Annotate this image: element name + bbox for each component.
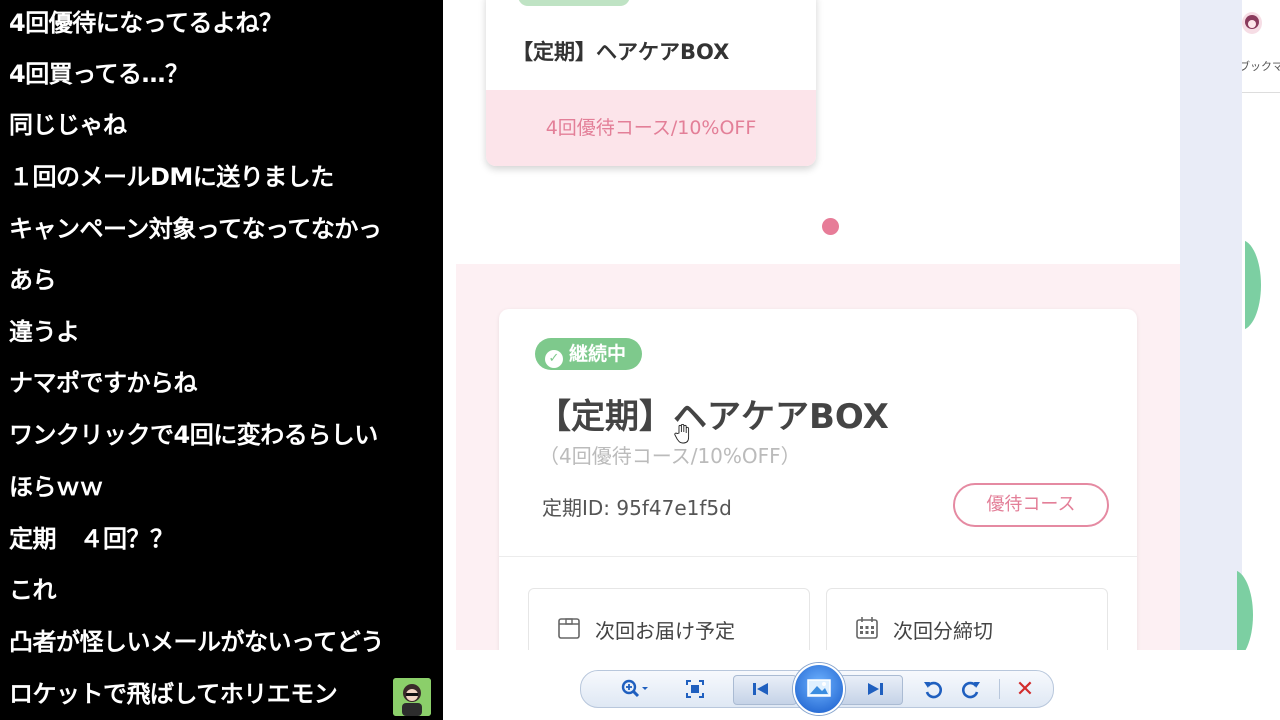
viewer-toolbar: ✕	[580, 663, 1054, 715]
comment: 同じじゃね	[9, 111, 127, 139]
comment: これ	[9, 576, 57, 604]
comment: １回のメールDMに送りました	[9, 163, 334, 191]
carousel-dot-active[interactable]	[822, 218, 839, 235]
comment: ナマポですからね	[9, 369, 198, 397]
subscription-section: ✓ 継続中 【定期】ヘアケアBOX （4回優待コース/10%OFF） 定期ID: …	[456, 264, 1180, 650]
comment: 4回買ってる…？	[9, 60, 189, 88]
comment: 4回優待になってるよね？	[9, 9, 283, 37]
delete-icon[interactable]: ✕	[1011, 675, 1039, 703]
course-card-title: 【定期】ヘアケアBOX	[512, 40, 730, 64]
actual-size-icon[interactable]	[681, 675, 709, 703]
profile-avatar[interactable]	[1242, 12, 1262, 34]
comment: あら	[9, 266, 57, 294]
check-icon: ✓	[545, 350, 563, 368]
image-viewer: 【定期】ヘアケアBOX 4回優待コース/10%OFF ✓ 継続中 【定期】ヘアケア…	[443, 0, 1280, 720]
viewer-toolbar-area: ✕	[443, 650, 1280, 720]
divider	[1242, 92, 1280, 93]
rotate-right-icon[interactable]	[957, 675, 985, 703]
next-delivery-label: 次回お届け予定	[595, 619, 735, 643]
previous-icon[interactable]	[747, 675, 775, 703]
bookmark-label[interactable]: ブックマ	[1242, 58, 1280, 74]
subscription-id: 定期ID: 95f47e1f5d	[542, 496, 732, 520]
box-icon	[558, 618, 580, 639]
calendar-icon	[856, 617, 878, 639]
subscription-course: （4回優待コース/10%OFF）	[539, 444, 801, 468]
course-card-offer: 4回優待コース/10%OFF	[486, 90, 816, 166]
status-badge: ✓ 継続中	[535, 338, 643, 370]
next-deadline-label: 次回分締切	[893, 619, 993, 643]
rotate-left-icon[interactable]	[919, 675, 947, 703]
next-deadline-box[interactable]: 次回分締切	[826, 588, 1108, 650]
next-icon[interactable]	[861, 675, 889, 703]
comment: 定期 ４回？？	[9, 525, 174, 553]
subscription-card: ✓ 継続中 【定期】ヘアケアBOX （4回優待コース/10%OFF） 定期ID: …	[499, 309, 1137, 650]
hand-cursor-icon	[674, 424, 690, 444]
page-margin	[1180, 0, 1242, 650]
divider	[499, 556, 1137, 557]
course-card-top[interactable]: 【定期】ヘアケアBOX 4回優待コース/10%OFF	[486, 0, 816, 166]
comment: ロケットで飛ばしてホリエモン	[9, 680, 338, 708]
status-label: 継続中	[569, 343, 627, 365]
subscription-title: 【定期】ヘアケアBOX	[537, 397, 889, 437]
perk-course-button[interactable]: 優待コース	[953, 483, 1109, 527]
comment: 凸者が怪しいメールがないってどう	[9, 628, 384, 656]
comment: 違うよ	[9, 318, 80, 346]
next-delivery-box[interactable]: 次回お届け予定	[528, 588, 810, 650]
comment: ワンクリックで4回に変わるらしい	[9, 421, 378, 449]
status-tag-stub	[518, 0, 630, 6]
web-page: 【定期】ヘアケアBOX 4回優待コース/10%OFF ✓ 継続中 【定期】ヘアケア…	[456, 0, 1180, 650]
divider	[999, 679, 1000, 699]
comment-stream: 4回優待になってるよね？ 4回買ってる…？ 同じじゃね １回のメールDMに送りま…	[0, 0, 443, 720]
zoom-icon[interactable]	[615, 675, 655, 703]
slideshow-icon[interactable]	[793, 663, 845, 715]
comment: キャンペーン対象ってなってなかっ	[9, 215, 382, 243]
comment: ほらｗｗ	[9, 473, 104, 501]
commenter-avatar	[393, 678, 431, 716]
